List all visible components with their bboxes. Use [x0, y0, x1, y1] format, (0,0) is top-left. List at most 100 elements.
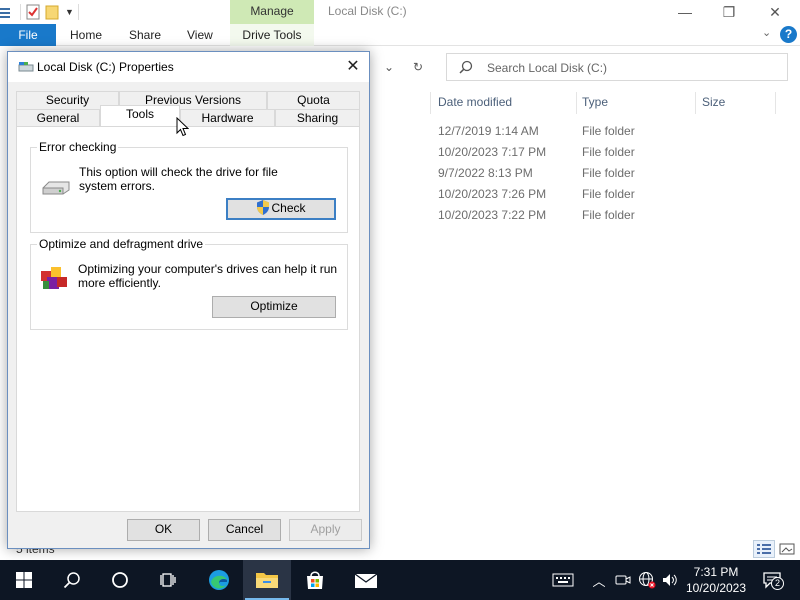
- apply-button[interactable]: Apply: [289, 519, 362, 541]
- details-view-icon: [757, 544, 771, 554]
- column-header-size[interactable]: Size: [702, 95, 725, 109]
- cortana-circle-icon: [112, 572, 128, 588]
- meet-now-icon[interactable]: [614, 571, 632, 589]
- check-button-label: Check: [271, 201, 306, 215]
- search-placeholder: Search Local Disk (C:): [487, 61, 608, 75]
- taskbar: ︿ 7:31 PM 10/20/2023 2: [0, 560, 800, 600]
- toolbar-divider: [20, 4, 21, 20]
- table-row[interactable]: 10/20/2023 7:17 PM File folder: [438, 142, 778, 163]
- tab-quota[interactable]: Quota: [267, 91, 360, 109]
- ok-button[interactable]: OK: [127, 519, 200, 541]
- expand-ribbon-chevron-icon[interactable]: ⌄: [762, 26, 771, 39]
- column-divider[interactable]: [775, 92, 776, 114]
- clock-date: 10/20/2023: [685, 581, 747, 595]
- notification-count-badge: 2: [771, 577, 784, 590]
- table-row[interactable]: 9/7/2022 8:13 PM File folder: [438, 163, 778, 184]
- details-view-button[interactable]: [753, 540, 775, 558]
- close-icon[interactable]: ✕: [341, 56, 365, 78]
- new-folder-icon[interactable]: [45, 4, 61, 20]
- properties-check-icon[interactable]: [25, 4, 41, 20]
- large-icons-view-button[interactable]: [777, 540, 799, 558]
- explorer-app-icon: [0, 8, 10, 18]
- mail-envelope-icon: [354, 573, 378, 588]
- column-divider[interactable]: [430, 92, 431, 114]
- toolbar-divider: [77, 4, 79, 20]
- error-checking-group: Error checking This option will check th…: [30, 140, 348, 233]
- drive-icon: [18, 62, 34, 72]
- tab-drive-tools[interactable]: Drive Tools: [230, 24, 314, 46]
- task-view-icon: [160, 573, 176, 587]
- system-clock[interactable]: 7:31 PM 10/20/2023: [683, 564, 749, 596]
- error-checking-title: Error checking: [37, 140, 119, 154]
- optimize-group: Optimize and defragment drive Optimizing…: [30, 237, 348, 330]
- row-date: 10/20/2023 7:17 PM: [438, 145, 547, 159]
- optimize-title: Optimize and defragment drive: [37, 237, 206, 251]
- error-checking-description-line1: This option will check the drive for fil…: [79, 165, 278, 179]
- row-date: 10/20/2023 7:22 PM: [438, 208, 547, 222]
- quick-access-toolbar: ▼: [0, 3, 79, 21]
- tab-sharing[interactable]: Sharing: [275, 109, 360, 127]
- action-center-button[interactable]: 2: [760, 569, 784, 591]
- column-divider[interactable]: [576, 92, 577, 114]
- tab-general[interactable]: General: [16, 109, 100, 127]
- network-globe-icon[interactable]: [638, 571, 656, 589]
- start-button[interactable]: [0, 560, 48, 600]
- refresh-icon[interactable]: ↻: [406, 58, 430, 76]
- close-window-button[interactable]: ✕: [760, 2, 790, 22]
- table-row[interactable]: 10/20/2023 7:26 PM File folder: [438, 184, 778, 205]
- table-row[interactable]: 10/20/2023 7:22 PM File folder: [438, 205, 778, 226]
- window-title: Local Disk (C:): [328, 4, 407, 18]
- disk-drive-icon: [42, 181, 70, 195]
- ribbon-tabs: File Home Share View Drive Tools ⌄ ?: [0, 24, 800, 46]
- store-button[interactable]: [291, 560, 339, 600]
- edge-button[interactable]: [195, 560, 243, 600]
- table-row[interactable]: 12/7/2019 1:14 AM File folder: [438, 121, 778, 142]
- row-type: File folder: [582, 166, 635, 180]
- cancel-button[interactable]: Cancel: [208, 519, 281, 541]
- edge-browser-icon: [209, 570, 229, 590]
- dialog-title: Local Disk (C:) Properties: [37, 60, 174, 74]
- show-hidden-icons-chevron-icon[interactable]: ︿: [590, 571, 608, 589]
- tab-home[interactable]: Home: [70, 24, 102, 46]
- mail-button[interactable]: [342, 560, 390, 600]
- tab-tools[interactable]: Tools: [100, 105, 180, 126]
- title-bar: ▼ Manage Local Disk (C:) — ❐ ✕: [0, 0, 800, 24]
- column-headers: Date modified Type Size: [370, 92, 790, 114]
- cortana-button[interactable]: [96, 560, 144, 600]
- task-view-button[interactable]: [144, 560, 192, 600]
- file-explorer-taskbar-button[interactable]: [243, 560, 291, 600]
- optimize-button[interactable]: Optimize: [212, 296, 336, 318]
- recent-locations-chevron-icon[interactable]: ⌄: [377, 58, 401, 76]
- column-divider[interactable]: [695, 92, 696, 114]
- clock-time: 7:31 PM: [693, 565, 739, 579]
- row-type: File folder: [582, 208, 635, 222]
- tab-share[interactable]: Share: [129, 24, 161, 46]
- row-date: 12/7/2019 1:14 AM: [438, 124, 539, 138]
- dialog-title-bar[interactable]: Local Disk (C:) Properties ✕: [8, 52, 369, 82]
- search-icon: [63, 572, 80, 589]
- volume-speaker-icon[interactable]: [661, 571, 679, 589]
- tab-view[interactable]: View: [187, 24, 213, 46]
- check-button[interactable]: Check: [226, 198, 336, 220]
- touch-keyboard-icon[interactable]: [552, 571, 574, 589]
- large-icons-view-icon: [779, 543, 795, 555]
- tab-file[interactable]: File: [0, 24, 56, 46]
- tab-hardware[interactable]: Hardware: [180, 109, 275, 127]
- column-header-type[interactable]: Type: [582, 95, 608, 109]
- customize-toolbar-chevron-icon[interactable]: ▼: [65, 7, 74, 17]
- folder-icon: [256, 573, 278, 588]
- search-button[interactable]: [48, 560, 96, 600]
- manage-contextual-header: Manage: [230, 0, 314, 24]
- column-header-date-modified[interactable]: Date modified: [438, 95, 512, 109]
- error-checking-description-line2: system errors.: [79, 179, 156, 193]
- row-date: 9/7/2022 8:13 PM: [438, 166, 533, 180]
- optimize-description-line2: more efficiently.: [78, 276, 161, 290]
- search-input[interactable]: Search Local Disk (C:): [446, 53, 788, 81]
- minimize-button[interactable]: —: [670, 2, 700, 22]
- maximize-button[interactable]: ❐: [714, 2, 744, 22]
- store-bag-icon: [307, 571, 323, 589]
- search-icon: [459, 60, 473, 74]
- uac-shield-icon: [257, 200, 270, 215]
- help-icon[interactable]: ?: [780, 26, 797, 43]
- row-type: File folder: [582, 187, 635, 201]
